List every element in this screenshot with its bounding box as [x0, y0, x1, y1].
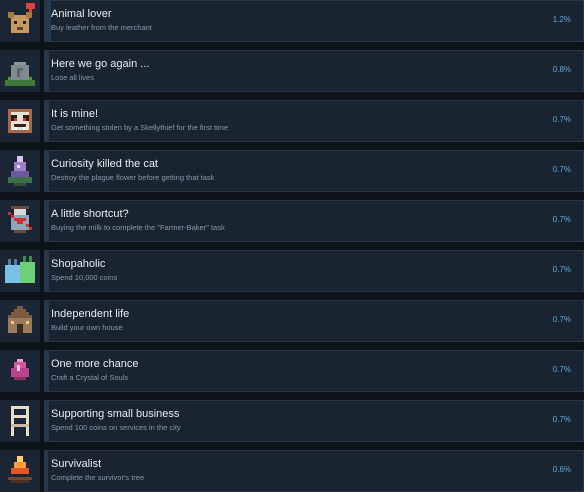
achievement-icon-frame [0, 0, 40, 42]
achievement-bar: Survivalist Complete the survivor's tree… [44, 450, 584, 492]
achievement-icon-frame [0, 250, 40, 292]
achievement-description: Craft a Crystal of Souls [51, 373, 129, 382]
progress-fill [45, 101, 49, 141]
progress-fill [45, 401, 49, 441]
achievement-row[interactable]: Shopaholic Spend 10,000 coins 0.7% [0, 250, 584, 292]
achievement-description: Destroy the plague flower before getting… [51, 173, 215, 182]
progress-fill [45, 301, 49, 341]
shopping-bags-icon [5, 256, 35, 283]
achievement-icon-frame [0, 200, 40, 242]
achievement-bar: Here we go again ... Lose all lives 0.8% [44, 50, 584, 92]
achievement-row[interactable]: Here we go again ... Lose all lives 0.8% [0, 50, 584, 92]
achievement-percent: 0.6% [552, 465, 571, 474]
achievement-row[interactable]: It is mine! Get something stolen by a Sk… [0, 100, 584, 142]
achievement-percent: 0.7% [552, 215, 571, 224]
achievement-title: One more chance [51, 358, 139, 370]
achievement-bar: Animal lover Buy leather from the mercha… [44, 0, 584, 42]
plague-flower-icon [8, 156, 32, 186]
achievement-title: Independent life [51, 308, 130, 320]
achievement-percent: 0.8% [552, 65, 571, 74]
progress-fill [45, 451, 49, 491]
achievement-percent: 0.7% [552, 365, 571, 374]
achievement-percent: 0.7% [552, 315, 571, 324]
achievement-list: Animal lover Buy leather from the mercha… [0, 0, 584, 492]
achievement-row[interactable]: Supporting small business Spend 100 coin… [0, 400, 584, 442]
achievement-row[interactable]: One more chance Craft a Crystal of Souls… [0, 350, 584, 392]
achievement-title: It is mine! [51, 108, 99, 120]
achievement-icon-frame [0, 400, 40, 442]
achievement-row[interactable]: Independent life Build your own house 0.… [0, 300, 584, 342]
achievement-icon-frame [0, 450, 40, 492]
chair-icon [11, 406, 29, 436]
progress-fill [45, 201, 49, 241]
achievement-percent: 1.2% [552, 15, 571, 24]
achievement-title: Curiosity killed the cat [51, 158, 158, 170]
progress-fill [45, 51, 50, 91]
achievement-title: Supporting small business [51, 408, 180, 420]
achievement-percent: 0.7% [552, 265, 571, 274]
achievement-description: Lose all lives [51, 73, 94, 82]
achievement-bar: Shopaholic Spend 10,000 coins 0.7% [44, 250, 584, 292]
achievement-description: Spend 10,000 coins [51, 273, 118, 282]
achievement-percent: 0.7% [552, 165, 571, 174]
achievement-description: Complete the survivor's tree [51, 473, 145, 482]
achievement-icon-frame [0, 300, 40, 342]
pet-heart-icon [8, 3, 35, 33]
achievement-description: Spend 100 coins on services in the city [51, 423, 181, 432]
achievement-row[interactable]: Survivalist Complete the survivor's tree… [0, 450, 584, 492]
achievement-icon-frame [0, 350, 40, 392]
achievement-bar: Supporting small business Spend 100 coin… [44, 400, 584, 442]
crystal-of-souls-icon [11, 359, 29, 380]
achievement-description: Get something stolen by a Skellythief fo… [51, 123, 229, 132]
achievement-title: A little shortcut? [51, 208, 129, 220]
achievement-row[interactable]: A little shortcut? Buying the milk to co… [0, 200, 584, 242]
progress-fill [45, 351, 49, 391]
achievement-icon-frame [0, 100, 40, 142]
gravestone-icon [5, 62, 35, 86]
campfire-tree-icon [8, 456, 32, 483]
achievement-title: Survivalist [51, 458, 102, 470]
achievement-row[interactable]: Curiosity killed the cat Destroy the pla… [0, 150, 584, 192]
achievement-bar: Independent life Build your own house 0.… [44, 300, 584, 342]
achievement-description: Buying the milk to complete the "Farmer-… [51, 223, 225, 232]
achievement-bar: Curiosity killed the cat Destroy the pla… [44, 150, 584, 192]
achievement-description: Build your own house [51, 323, 123, 332]
achievement-title: Animal lover [51, 8, 112, 20]
progress-fill [45, 1, 52, 41]
achievement-percent: 0.7% [552, 415, 571, 424]
achievement-bar: One more chance Craft a Crystal of Souls… [44, 350, 584, 392]
achievement-title: Shopaholic [51, 258, 106, 270]
achievement-percent: 0.7% [552, 115, 571, 124]
milk-shortcut-icon [8, 206, 32, 233]
thief-face-icon [8, 109, 32, 133]
progress-fill [45, 251, 49, 291]
progress-fill [45, 151, 49, 191]
achievement-description: Buy leather from the merchant [51, 23, 152, 32]
achievement-bar: A little shortcut? Buying the milk to co… [44, 200, 584, 242]
achievement-row[interactable]: Animal lover Buy leather from the mercha… [0, 0, 584, 42]
house-icon [8, 306, 32, 333]
achievement-icon-frame [0, 50, 40, 92]
achievement-title: Here we go again ... [51, 58, 150, 70]
achievement-bar: It is mine! Get something stolen by a Sk… [44, 100, 584, 142]
achievement-icon-frame [0, 150, 40, 192]
